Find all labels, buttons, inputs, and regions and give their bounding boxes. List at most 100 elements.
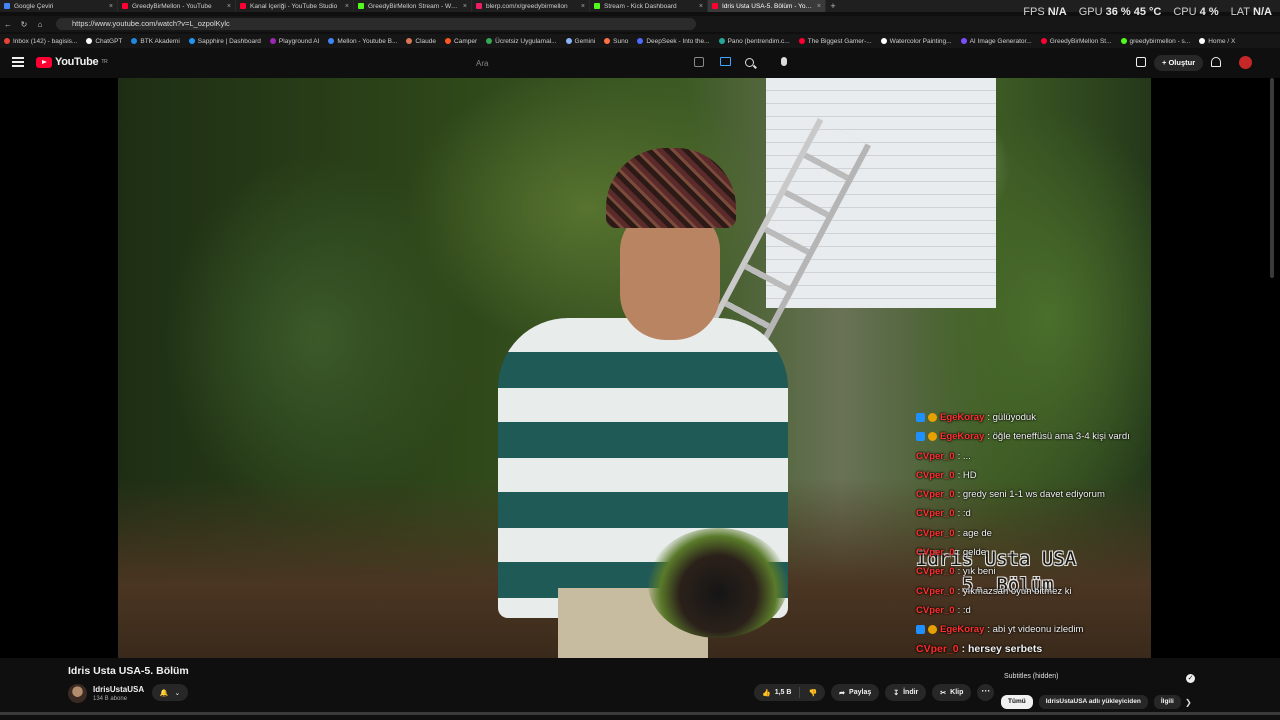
chat-message: CVper_0: yıkmazsan oyun bitmez ki: [916, 582, 1216, 601]
chat-message: EgeKoray: öğle teneffüsü ama 3-4 kişi va…: [916, 427, 1216, 446]
browser-tab[interactable]: GreedyBirMellon - YouTube ×: [118, 0, 236, 12]
bookmark-item[interactable]: Suno: [604, 38, 628, 45]
platform-badge-icon: [916, 625, 925, 635]
user-badge-icon: [928, 432, 937, 442]
favicon-icon: [122, 3, 128, 9]
bookmark-item[interactable]: AI Image Generator...: [960, 38, 1032, 45]
dislike-button[interactable]: 👎: [800, 689, 825, 697]
chat-text: : gredy seni 1-1 ws davet ediyorum: [957, 489, 1105, 501]
account-avatar[interactable]: [1239, 56, 1252, 69]
download-button[interactable]: ↧ İndir: [885, 684, 927, 701]
bookmark-item[interactable]: Inbox (142) - bagisis...: [4, 38, 77, 45]
browser-tab[interactable]: blerp.com/x/greedybirmellon ×: [472, 0, 590, 12]
notifications-bell-icon[interactable]: [1211, 57, 1221, 67]
keyboard-icon[interactable]: [694, 57, 704, 67]
favicon-icon: [4, 3, 10, 9]
chat-username: CVper_0: [916, 642, 959, 655]
bookmark-item[interactable]: GreedyBirMellon St...: [1040, 37, 1112, 45]
bookmark-item[interactable]: Ücretsiz Uygulamal...: [486, 38, 557, 45]
related-chips: Tümü IdrisUstaUSA adlı yükleyiciden İlgi…: [1001, 695, 1181, 709]
close-tab-icon[interactable]: ×: [109, 3, 113, 10]
tab-label: Kanal İçeriği - YouTube Studio: [250, 2, 338, 10]
close-tab-icon[interactable]: ×: [227, 3, 231, 10]
microphone-icon[interactable]: [781, 57, 787, 66]
bookmark-item[interactable]: Mellon - Youtube B...: [328, 38, 397, 45]
bookmark-item[interactable]: Watercolor Painting...: [880, 38, 952, 45]
browser-tab[interactable]: Google Çeviri ×: [0, 0, 118, 12]
bottom-scrollbar[interactable]: [0, 712, 1280, 715]
chevron-right-icon[interactable]: ❯: [1185, 698, 1192, 707]
bookmark-favicon-icon: [565, 38, 572, 44]
bookmark-item[interactable]: Claude: [406, 38, 436, 45]
chat-username: CVper_0: [916, 547, 955, 559]
clip-button[interactable]: ✂ Klip: [932, 684, 972, 701]
chat-text: : yık beni: [957, 566, 996, 578]
channel-name[interactable]: IdrisUstaUSA: [93, 685, 144, 694]
chat-message: CVper_0: :d: [916, 504, 1216, 523]
bookmark-item[interactable]: BTK Akademi: [131, 37, 180, 45]
extension-icon[interactable]: [1136, 57, 1146, 67]
bookmark-item[interactable]: Playground AI: [269, 38, 319, 45]
page-scrollbar[interactable]: [1270, 78, 1274, 278]
bookmark-item[interactable]: DeepSeek - Into the...: [637, 38, 710, 45]
menu-icon[interactable]: [12, 57, 24, 67]
url-field[interactable]: https://www.youtube.com/watch?v=L_ozpolK…: [56, 18, 696, 30]
bookmark-favicon-icon: [4, 38, 10, 44]
bookmark-favicon-icon: [328, 38, 335, 44]
create-button[interactable]: + Oluştur: [1154, 55, 1204, 71]
back-icon[interactable]: ←: [0, 20, 16, 29]
bookmark-label: Suno: [613, 37, 629, 45]
close-tab-icon[interactable]: ×: [345, 3, 349, 10]
chat-message: EgeKoray: abi yt videonu izledim: [916, 620, 1216, 639]
check-icon[interactable]: ✓: [1186, 674, 1195, 683]
youtube-logo[interactable]: YouTube TR: [36, 56, 108, 68]
bookmark-label: GreedyBirMellon St...: [1049, 37, 1112, 45]
chat-message: CVper_0: ...: [916, 447, 1216, 466]
browser-tab[interactable]: Stream - Kick Dashboard ×: [590, 0, 708, 12]
video-title: Idris Usta USA-5. Bölüm: [68, 665, 189, 677]
more-actions-button[interactable]: ···: [977, 684, 995, 701]
bookmark-item[interactable]: greedybirmellon - s...: [1120, 38, 1190, 45]
favicon-icon: [712, 3, 718, 9]
channel-avatar[interactable]: [68, 684, 87, 703]
bookmark-item[interactable]: Home / X: [1199, 38, 1235, 45]
tab-label: Stream - Kick Dashboard: [604, 2, 677, 10]
bookmark-label: BTK Akademi: [140, 37, 180, 45]
close-tab-icon[interactable]: ×: [463, 3, 467, 10]
favicon-icon: [358, 3, 364, 9]
subtitles-status: Subtitles (hidden): [1004, 673, 1059, 680]
bookmark-item[interactable]: Gemini: [565, 38, 595, 45]
bookmark-label: Pano (bentrendim.c...: [727, 37, 790, 45]
subscription-bell-button[interactable]: 🔔 ⌄: [152, 684, 188, 701]
reload-icon[interactable]: ↻: [16, 20, 32, 29]
close-tab-icon[interactable]: ×: [699, 3, 703, 10]
chip-all[interactable]: Tümü: [1001, 695, 1033, 709]
bookmark-item[interactable]: The Biggest Gamer-...: [798, 38, 872, 45]
bookmark-item[interactable]: Pano (bentrendim.c...: [718, 37, 790, 45]
subscriber-count: 134 B abone: [93, 696, 128, 702]
share-button[interactable]: ➦ Paylaş: [831, 684, 880, 701]
uprooted-plant: [648, 528, 788, 638]
chat-username: EgeKoray: [940, 412, 985, 423]
search-icon[interactable]: [745, 58, 754, 67]
browser-tab[interactable]: Kanal İçeriği - YouTube Studio ×: [236, 0, 354, 12]
close-tab-icon[interactable]: ×: [581, 3, 585, 10]
bookmark-item[interactable]: ChatGPT: [86, 38, 122, 45]
close-tab-icon[interactable]: ×: [817, 3, 821, 10]
cast-icon[interactable]: [720, 57, 731, 66]
browser-tab[interactable]: Idris Usta USA-5. Bölüm - YouTube ×: [708, 0, 826, 12]
bookmark-favicon-icon: [486, 38, 493, 44]
chip-uploader[interactable]: IdrisUstaUSA adlı yükleyiciden: [1038, 695, 1148, 709]
home-icon[interactable]: ⌂: [32, 20, 48, 29]
bookmark-favicon-icon: [880, 38, 887, 44]
chat-username: EgeKoray: [940, 431, 985, 443]
like-button[interactable]: 👍 1,5 B: [754, 687, 801, 698]
tab-label: GreedyBirMellon - YouTube: [132, 2, 212, 10]
bookmark-item[interactable]: Camper: [445, 38, 477, 45]
bookmark-item[interactable]: Sapphire | Dashboard: [188, 38, 261, 45]
chip-related[interactable]: İlgili: [1153, 695, 1181, 709]
browser-tab[interactable]: GreedyBirMellon Stream - Watch ×: [354, 0, 472, 12]
bookmark-favicon-icon: [269, 38, 276, 44]
thumbs-down-icon: 👎: [808, 689, 818, 697]
new-tab-button[interactable]: +: [826, 1, 840, 11]
